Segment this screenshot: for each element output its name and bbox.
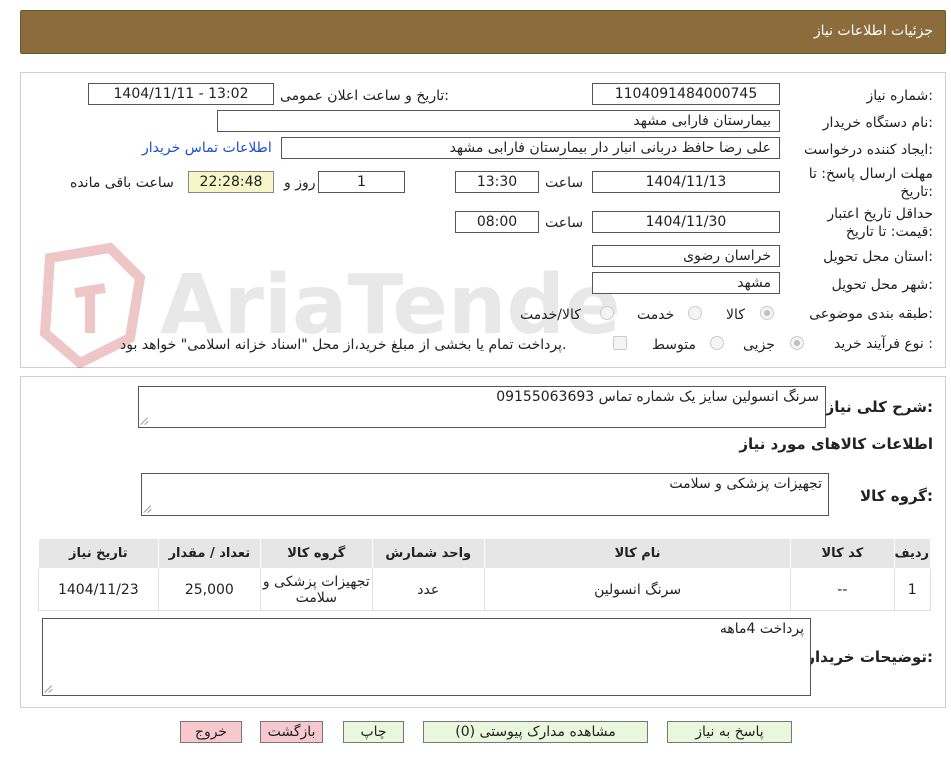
col-need-date: تاریخ نیاز (38, 538, 159, 569)
goods-table: ردیف کد کالا نام کالا واحد شمارش گروه کا… (38, 538, 932, 611)
price-validity-label: حداقل تاریخ اعتبار (827, 206, 933, 222)
city-field: مشهد (592, 272, 780, 294)
col-quantity: تعداد / مقدار (157, 538, 262, 569)
buyer-contact-link[interactable]: اطلاعات تماس خریدار (142, 140, 272, 156)
buyer-org-label: نام دستگاه خریدار: (822, 115, 933, 131)
need-number-field: 1104091484000745 (592, 83, 780, 105)
table-row: 1 -- سرنگ انسولین عدد تجهیزات پزشکی و سل… (38, 568, 932, 611)
treasury-checkbox[interactable] (613, 336, 627, 350)
category-radio-goods[interactable] (760, 306, 774, 320)
validity-time-label: ساعت (545, 215, 584, 231)
goods-group-label: گروه کالا: (860, 487, 933, 505)
announce-datetime-field: 1404/11/11 - 13:02 (88, 83, 274, 105)
cell-quantity: 25,000 (157, 568, 262, 611)
reply-to-need-button[interactable]: پاسخ به نیاز (667, 721, 792, 743)
cell-goods-code: -- (790, 568, 895, 611)
exit-button[interactable]: خروج (180, 721, 242, 743)
resize-grip-icon[interactable] (144, 505, 152, 513)
process-radio-medium[interactable] (710, 336, 724, 350)
reply-time-label: ساعت (545, 175, 584, 191)
col-row-number: ردیف (893, 538, 932, 569)
page-header: جزئیات اطلاعات نیاز (20, 10, 946, 54)
reply-time-field: 13:30 (455, 171, 539, 193)
col-goods-code: کد کالا (790, 538, 895, 569)
category-option-goods-service: کالا/خدمت (520, 307, 581, 323)
buyer-notes-label: توضیحات خریدار: (806, 648, 933, 666)
province-label: استان محل تحویل: (823, 249, 933, 265)
category-radio-service[interactable] (688, 306, 702, 320)
category-radio-goods-service[interactable] (600, 306, 614, 320)
reply-deadline-label: مهلت ارسال پاسخ: تا (808, 166, 933, 182)
cell-row-number: 1 (893, 568, 932, 611)
reply-date-field: 1404/11/13 (592, 171, 780, 193)
reply-deadline-label-2: تاریخ: (900, 184, 933, 200)
summary-text: سرنگ انسولین سایز یک شماره تماس 09155063… (496, 389, 819, 405)
price-validity-label-2: قیمت: تا تاریخ: (845, 224, 933, 240)
goods-table-header: ردیف کد کالا نام کالا واحد شمارش گروه کا… (38, 538, 932, 569)
process-type-label: نوع فرآیند خرید : (834, 336, 933, 352)
goods-group-text: تجهیزات پزشکی و سلامت (669, 476, 822, 492)
page-title: جزئیات اطلاعات نیاز (813, 23, 933, 39)
resize-grip-icon[interactable] (45, 685, 53, 693)
summary-label: شرح کلی نیاز: (825, 398, 933, 416)
treasury-note: پرداخت تمام یا بخشی از مبلغ خرید،از محل … (120, 337, 567, 353)
buyer-notes-textarea[interactable]: پرداخت 4ماهه (42, 618, 811, 696)
col-goods-group: گروه کالا (260, 538, 373, 569)
cell-need-date: 1404/11/23 (38, 568, 159, 611)
view-attachments-button[interactable]: مشاهده مدارک پیوستی (0) (423, 721, 648, 743)
cell-goods-name: سرنگ انسولین (484, 568, 792, 611)
summary-textarea[interactable]: سرنگ انسولین سایز یک شماره تماس 09155063… (138, 386, 826, 428)
remaining-time-field: 22:28:48 (188, 171, 274, 193)
city-label: شهر محل تحویل: (831, 277, 933, 293)
print-button[interactable]: چاپ (343, 721, 404, 743)
days-label: روز و (284, 175, 316, 191)
process-option-minor: جزیی (743, 337, 775, 353)
announce-datetime-label: تاریخ و ساعت اعلان عمومی: (280, 88, 449, 104)
goods-group-textarea[interactable]: تجهیزات پزشکی و سلامت (141, 473, 829, 516)
cell-goods-group: تجهیزات پزشکی و سلامت (260, 568, 373, 611)
buyer-notes-text: پرداخت 4ماهه (719, 621, 804, 637)
goods-section-title: اطلاعات کالاهای مورد نیاز (739, 435, 933, 453)
buyer-org-field: بیمارستان فارابی مشهد (217, 110, 780, 132)
process-radio-minor[interactable] (790, 336, 804, 350)
category-option-service: خدمت (637, 307, 675, 323)
category-label: طبقه بندی موضوعی: (809, 306, 933, 322)
category-option-goods: کالا (726, 307, 745, 323)
creator-label: ایجاد کننده درخواست: (804, 142, 933, 158)
validity-time-field: 08:00 (455, 211, 539, 233)
col-unit: واحد شمارش (371, 538, 486, 569)
validity-date-field: 1404/11/30 (592, 211, 780, 233)
days-field: 1 (318, 171, 405, 193)
back-button[interactable]: بازگشت (260, 721, 323, 743)
col-goods-name: نام کالا (484, 538, 792, 569)
process-option-medium: متوسط (652, 337, 696, 353)
remaining-time-label: ساعت باقی مانده (70, 175, 174, 191)
cell-unit: عدد (371, 568, 486, 611)
need-number-label: شماره نیاز: (866, 88, 933, 104)
province-field: خراسان رضوی (592, 245, 780, 267)
resize-grip-icon[interactable] (141, 417, 149, 425)
creator-field: علی رضا حافظ دربانی انبار دار بیمارستان … (281, 137, 780, 159)
